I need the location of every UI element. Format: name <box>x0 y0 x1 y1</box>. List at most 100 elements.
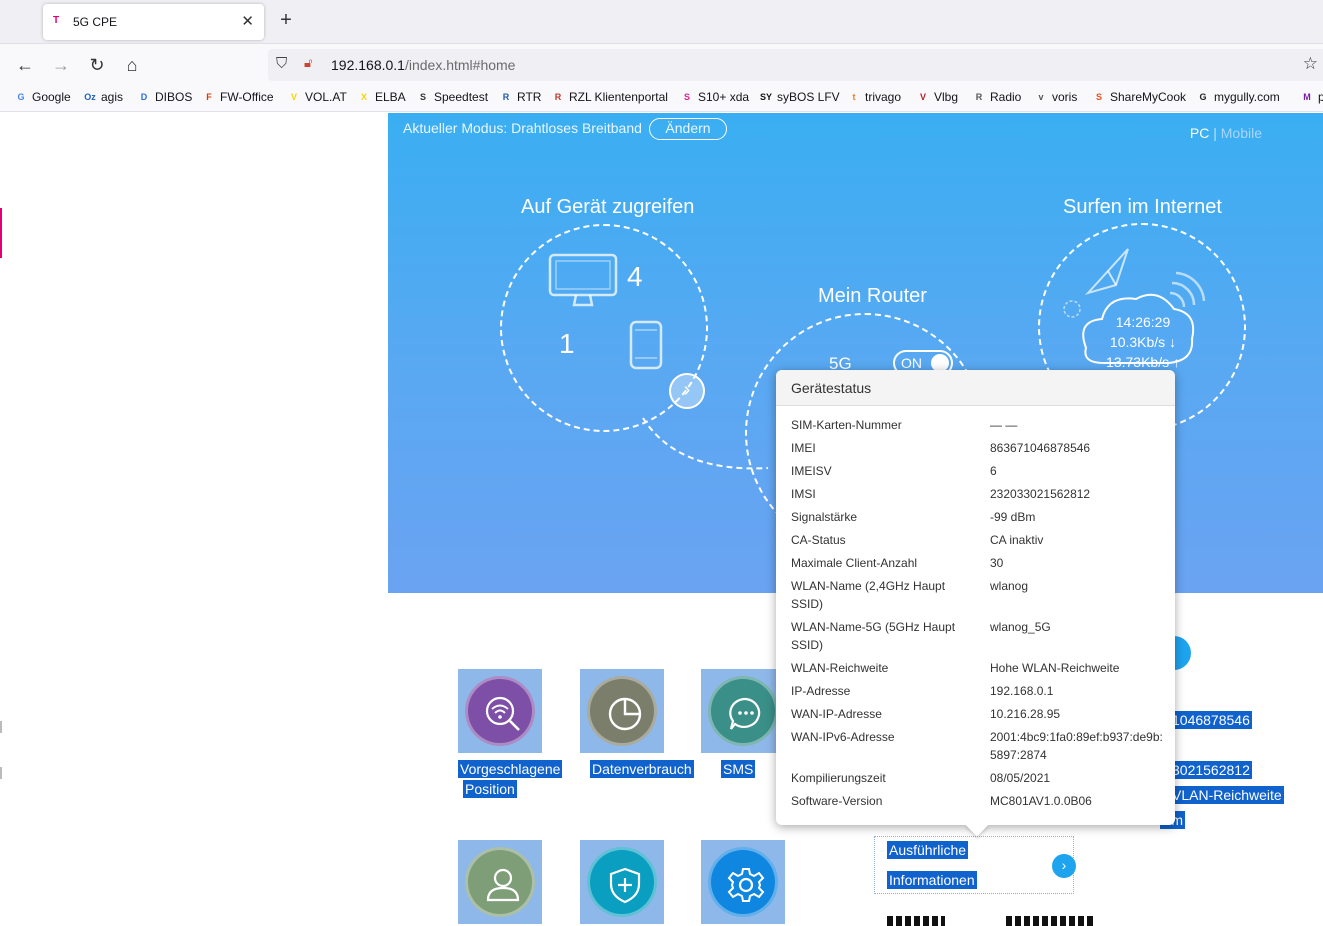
url-text[interactable]: 192.168.0.1/index.html#home <box>331 57 515 73</box>
view-pc-link[interactable]: PC <box>1190 125 1209 141</box>
bookmark-favicon-icon: t <box>852 92 856 102</box>
bookmark-favicon-icon: M <box>1303 92 1311 102</box>
status-row: IMSI 232033021562812 <box>791 485 1166 503</box>
bookmark-favicon-icon: D <box>140 92 148 102</box>
bookmark-item[interactable]: SY syBOS LFV <box>759 90 840 104</box>
status-value: 2001:4bc9:1fa0:89ef:b937:de9b:5897:2874 <box>990 730 1163 762</box>
status-row: IMEI 863671046878546 <box>791 439 1166 457</box>
status-row: Maximale Client-Anzahl 30 <box>791 554 1166 572</box>
url-path: /index.html#home <box>404 57 516 73</box>
status-value: 10.216.28.95 <box>990 707 1061 721</box>
device-status-popup: Gerätestatus SIM-Karten-Nummer — — IMEI 863… <box>776 370 1175 837</box>
details-link-line1[interactable]: Ausführliche <box>887 841 969 859</box>
view-mobile-link[interactable]: Mobile <box>1221 125 1262 141</box>
shield-icon[interactable]: ⛉ <box>276 55 287 72</box>
bookmark-item[interactable]: Gmygully.com <box>1196 90 1279 104</box>
bookmark-item[interactable]: S ShareMyCook <box>1092 90 1186 104</box>
tile-label-sms[interactable]: SMS <box>721 760 756 778</box>
bookmark-item[interactable]: Oz agis <box>83 90 123 104</box>
view-separator: | <box>1213 125 1217 141</box>
left-edge-marker <box>0 767 2 779</box>
bookmark-item[interactable]: R Radio <box>972 90 1022 104</box>
bookmark-item[interactable]: v voris <box>1034 90 1077 104</box>
navigation-bar: ← → ↻ ⌂ ⛉ 🔓︎ 192.168.0.1/index.html#home… <box>0 44 1323 86</box>
insecure-lock-icon[interactable]: 🔓︎ <box>304 55 312 71</box>
tile-sms[interactable] <box>701 669 785 753</box>
tile-label-suggested-2[interactable]: Position <box>463 780 517 798</box>
status-key: IMSI <box>791 487 816 501</box>
new-tab-icon[interactable]: + <box>276 9 296 32</box>
status-row: CA-Status CA inaktiv <box>791 531 1166 549</box>
bookmark-item[interactable]: X ELBA <box>357 90 406 104</box>
popup-rows: SIM-Karten-Nummer — — IMEI 863671046878546 I… <box>791 416 1166 815</box>
status-key: SIM-Karten-Nummer <box>791 418 902 432</box>
bookmark-favicon-icon: S <box>1095 92 1102 102</box>
status-key: IMEISV <box>791 464 832 478</box>
status-value: Hohe WLAN-Reichweite <box>990 661 1120 675</box>
bookmark-favicon-icon: V <box>919 92 926 102</box>
tile-label-data-usage[interactable]: Datenverbrauch <box>590 760 694 778</box>
bookmark-favicon-icon: G <box>17 92 25 102</box>
router-page: Aktueller Modus: Drahtloses Breitband Än… <box>0 113 1323 926</box>
home-icon[interactable]: ⌂ <box>121 54 143 76</box>
bookmark-item[interactable]: S Speedtest <box>416 90 488 104</box>
tab-title: 5G CPE <box>73 15 118 29</box>
details-arrow-button[interactable]: › <box>1052 854 1076 878</box>
status-value: -99 dBm <box>990 510 1036 524</box>
search-wifi-icon <box>485 696 520 731</box>
bookmark-favicon-icon: S <box>419 92 426 102</box>
status-row: WLAN-Reichweite Hohe WLAN-Reichweite <box>791 659 1166 677</box>
view-switch: PC | Mobile <box>1190 125 1262 141</box>
bookmark-favicon-icon: R <box>975 92 983 102</box>
bookmark-favicon-icon: G <box>1199 92 1207 102</box>
address-bar[interactable]: ⛉ 🔓︎ 192.168.0.1/index.html#home ☆ <box>268 49 1323 81</box>
status-value: wlanog_5G <box>990 620 1051 634</box>
close-tab-icon[interactable]: ✕ <box>241 12 254 30</box>
reload-icon[interactable]: ↻ <box>86 54 108 76</box>
tab-5g-cpe[interactable]: T 5G CPE ✕ <box>43 4 264 40</box>
tile-suggested-position[interactable] <box>458 669 542 753</box>
bookmark-label: agis <box>101 90 124 104</box>
bookmark-item[interactable]: V VOL.AT <box>287 90 347 104</box>
tile-settings[interactable] <box>701 840 785 924</box>
bookmark-label: VOL.AT <box>305 90 347 104</box>
bookmark-label: ShareMyCook <box>1110 90 1187 104</box>
bookmark-item[interactable]: Mp <box>1300 90 1323 104</box>
my-router-title: Mein Router <box>818 285 927 307</box>
bookmarks-bar: G Google Oz agis D DIBOS F FW-Office V VOL.AT X ELB… <box>0 86 1323 112</box>
bookmark-item[interactable]: S S10+ xda <box>680 90 749 104</box>
status-key: Software-Version <box>791 794 883 808</box>
left-edge-marker <box>0 208 2 258</box>
status-value: 30 <box>990 556 1004 570</box>
status-row: Software-Version MC801AV1.0.0B06 <box>791 792 1166 810</box>
bookmark-item[interactable]: R RZL Klientenportal <box>551 90 668 104</box>
forward-icon[interactable]: → <box>50 54 72 76</box>
bookmark-item[interactable]: D DIBOS <box>137 90 193 104</box>
tile-user[interactable] <box>458 840 542 924</box>
details-link-line2[interactable]: Informationen <box>887 871 977 889</box>
bookmark-star-icon[interactable]: ☆ <box>1303 54 1318 74</box>
tile-label-suggested[interactable]: Vorgeschlagene <box>458 760 563 778</box>
bookmark-item[interactable]: F FW-Office <box>202 90 273 104</box>
bookmark-item[interactable]: G Google <box>14 90 70 104</box>
status-row: Signalstärke -99 dBm <box>791 508 1166 526</box>
bookmark-label: RZL Klientenportal <box>569 90 668 104</box>
telekom-favicon-icon: T <box>53 15 60 26</box>
bookmark-item[interactable]: t trivago <box>847 90 902 104</box>
phone-count: 1 <box>559 328 575 359</box>
tile-security[interactable] <box>580 840 664 924</box>
change-mode-button[interactable]: Ändern <box>649 118 727 140</box>
bookmark-favicon-icon: F <box>206 92 212 102</box>
bookmark-label: Vlbg <box>934 90 959 104</box>
status-row: IP-Adresse 192.168.0.1 <box>791 682 1166 700</box>
back-icon[interactable]: ← <box>14 54 36 76</box>
qr-code <box>887 916 945 926</box>
bookmark-item[interactable]: V Vlbg <box>916 90 958 104</box>
tile-data-usage[interactable] <box>580 669 664 753</box>
pc-count: 4 <box>627 261 643 292</box>
status-key: WLAN-Name (2,4GHz Haupt SSID) <box>791 579 946 611</box>
bookmark-item[interactable]: R RTR <box>499 90 542 104</box>
devices-detail-button[interactable]: › <box>669 373 705 409</box>
tile-circle <box>587 847 657 917</box>
gear-icon <box>727 868 765 902</box>
